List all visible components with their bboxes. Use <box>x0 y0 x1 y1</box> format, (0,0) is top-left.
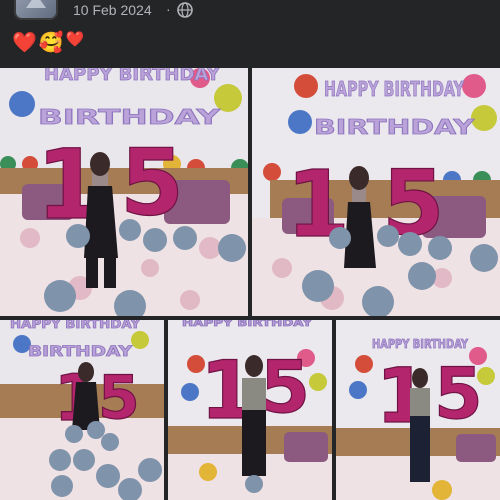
globe-icon <box>177 2 193 23</box>
banner-text: HAPPY BIRTHDAY <box>182 320 313 329</box>
separator-dot: · <box>166 1 171 17</box>
photo-4[interactable]: HAPPY BIRTHDAY 1 5 <box>168 320 332 500</box>
svg-text:BIRTHDAY: BIRTHDAY <box>38 105 221 129</box>
banner-text: HAPPY BIRTHDAY <box>372 337 468 351</box>
photo-3[interactable]: HAPPY BIRTHDAY BIRTHDAY 1 5 <box>0 320 164 500</box>
svg-text:BIRTHDAY: BIRTHDAY <box>314 115 475 139</box>
red-heart-emoji: ❤️ <box>12 32 38 54</box>
smiling-face-hearts-emoji: 🥰 <box>38 32 65 54</box>
svg-text:BIRTHDAY: BIRTHDAY <box>28 344 133 360</box>
banner-text: HAPPY BIRTHDAY <box>10 320 140 331</box>
red-heart-emoji: ❤️ <box>65 31 86 48</box>
photo-2[interactable]: HAPPY BIRTHDAY BIRTHDAY 1 5 <box>252 68 500 316</box>
post-caption: ❤️🥰❤️ <box>12 30 87 60</box>
banner-text: HAPPY BIRTHDAY <box>44 68 221 85</box>
photo-5[interactable]: HAPPY BIRTHDAY 1 5 <box>336 320 500 500</box>
post-header: 10 Feb 2024 · <box>0 0 500 22</box>
svg-text:5: 5 <box>98 363 140 433</box>
post-date[interactable]: 10 Feb 2024 <box>73 2 152 18</box>
svg-text:5: 5 <box>260 345 310 429</box>
avatar[interactable] <box>14 0 58 20</box>
banner-text: HAPPY BIRTHDAY <box>324 77 464 101</box>
photo-1[interactable]: HAPPY BIRTHDAY BIRTHDAY 1 5 <box>0 68 248 316</box>
svg-text:5: 5 <box>434 353 483 435</box>
